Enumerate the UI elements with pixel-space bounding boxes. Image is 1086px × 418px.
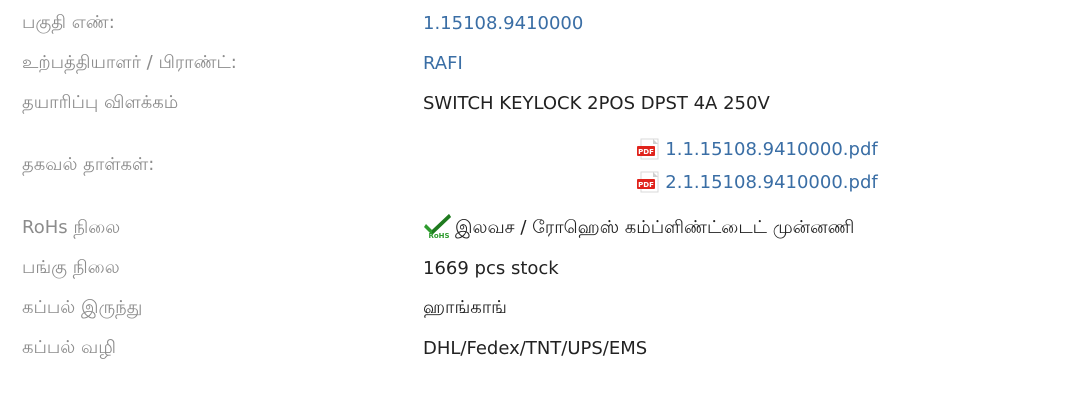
ship-via-label: கப்பல் வழி [22, 336, 116, 358]
manufacturer-label: உற்பத்தியாளர் / பிராண்ட்: [22, 51, 237, 73]
description-value: SWITCH KEYLOCK 2POS DPST 4A 250V [423, 92, 770, 114]
svg-text:RoHS: RoHS [428, 232, 449, 239]
svg-text:PDF: PDF [638, 148, 654, 156]
datasheet-item[interactable]: PDF 2.1.15108.9410000.pdf [631, 171, 878, 193]
rohs-label: RoHs நிலை [22, 216, 121, 238]
datasheets-label: தகவல் தாள்கள்: [22, 154, 155, 175]
svg-text:PDF: PDF [638, 181, 654, 189]
part-number-cell: 1.15108.9410000 [423, 3, 1086, 43]
ship-from-value: ஹாங்காங் [423, 296, 507, 318]
stock-label: பங்கு நிலை [22, 256, 120, 278]
pdf-icon: PDF [631, 171, 663, 193]
manufacturer-cell: RAFI [423, 43, 1086, 83]
datasheet-link-1[interactable]: 1.1.15108.9410000.pdf [665, 139, 877, 160]
manufacturer-link[interactable]: RAFI [423, 53, 463, 74]
part-number-link[interactable]: 1.15108.9410000 [423, 13, 583, 34]
datasheets-list: PDF 1.1.15108.9410000.pdf PDF 2.1.15108.… [423, 123, 1086, 208]
description-label: தயாரிப்பு விளக்கம் [22, 91, 179, 113]
rohs-cell: RoHS இலவச / ரோஹெஸ் கம்ப்ளிண்ட்டைட் முன்ன… [423, 208, 1086, 248]
rohs-check-icon: RoHS [423, 213, 453, 240]
ship-via-value: DHL/Fedex/TNT/UPS/EMS [423, 337, 648, 359]
product-spec-table: பகுதி எண்: 1.15108.9410000 உற்பத்தியாளர்… [0, 0, 1086, 418]
part-number-label: பகுதி எண்: [22, 11, 115, 33]
datasheet-item[interactable]: PDF 1.1.15108.9410000.pdf [631, 138, 878, 160]
ship-from-label: கப்பல் இருந்து [22, 296, 143, 318]
datasheet-link-2[interactable]: 2.1.15108.9410000.pdf [665, 172, 877, 193]
stock-value: 1669 pcs stock [423, 257, 559, 279]
pdf-icon: PDF [631, 138, 663, 160]
rohs-value: இலவச / ரோஹெஸ் கம்ப்ளிண்ட்டைட் முன்னணி [455, 216, 855, 238]
